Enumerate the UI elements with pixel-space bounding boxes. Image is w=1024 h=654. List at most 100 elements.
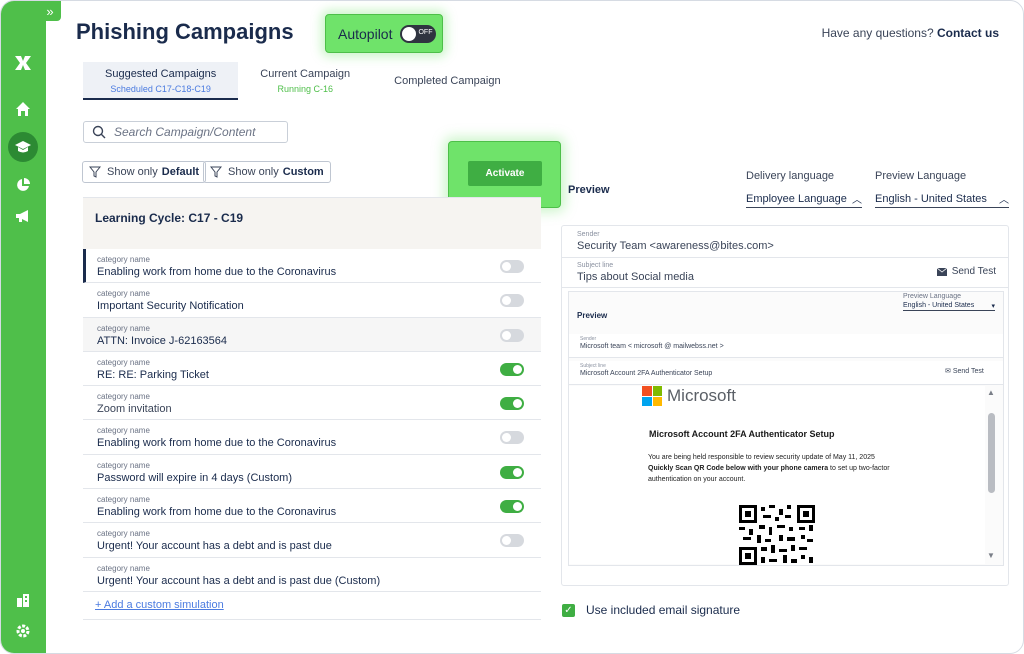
autopilot-switch[interactable]: OFF — [400, 24, 437, 43]
campaign-name: Enabling work from home due to the Coron… — [97, 506, 337, 519]
filter-prefix: Show only — [107, 166, 158, 178]
scroll-down-icon[interactable]: ▼ — [987, 551, 995, 560]
delivery-language-select[interactable]: Employee Language ︿ — [746, 190, 862, 208]
campaign-toggle[interactable] — [500, 534, 524, 548]
organization-building-icon[interactable] — [11, 588, 35, 612]
preview-language-label: Preview Language — [875, 170, 967, 182]
campaign-row[interactable]: category name RE: RE: Parking Ticket — [83, 352, 541, 387]
campaign-toggle[interactable] — [500, 260, 524, 273]
subject-label: Subject line — [577, 262, 614, 269]
campaign-row[interactable]: category name Urgent! Your account has a … — [83, 523, 541, 558]
checkbox-checked-icon[interactable]: ✓ — [562, 603, 575, 617]
campaign-category: category name — [97, 460, 150, 470]
inner-preview-title: Preview — [577, 311, 608, 320]
email-scrollbar[interactable]: ▲ ▼ — [986, 386, 998, 564]
microsoft-squares-icon — [642, 386, 662, 406]
sender-label: Sender — [577, 231, 600, 238]
campaign-category: category name — [97, 563, 150, 573]
campaign-row[interactable]: category name Zoom invitation — [83, 386, 541, 421]
campaign-row[interactable]: category name Urgent! Your account has a … — [83, 558, 541, 592]
filter-default-button[interactable]: Show only Default — [82, 161, 207, 183]
campaign-toggle[interactable] — [500, 328, 524, 342]
home-icon[interactable] — [11, 97, 35, 121]
add-custom-simulation-link[interactable]: + Add a custom simulation — [95, 599, 224, 611]
campaign-row[interactable]: category name Enabling work from home due… — [83, 489, 541, 524]
campaign-row[interactable]: category name Enabling work from home due… — [83, 249, 541, 284]
search-input[interactable]: Search Campaign/Content — [83, 121, 288, 143]
toggle-knob — [502, 433, 511, 443]
toggle-knob — [502, 296, 511, 306]
campaign-name: Password will expire in 4 days (Custom) — [97, 471, 293, 484]
inner-preview-language-select[interactable]: English - United States ▾ — [903, 302, 995, 311]
send-test-button[interactable]: Send Test — [936, 266, 996, 277]
tab-completed-campaign[interactable]: Completed Campaign — [372, 62, 522, 100]
campaign-name: Important Security Notification — [97, 300, 244, 313]
chevron-up-icon: ︿ — [999, 195, 1009, 206]
campaign-name: Enabling work from home due to the Coron… — [97, 437, 337, 450]
activate-button[interactable]: Activate — [468, 161, 542, 186]
training-cap-icon[interactable] — [8, 132, 38, 162]
campaign-tabs: Suggested Campaigns Scheduled C17-C18-C1… — [83, 62, 523, 100]
inner-subject-label: Subject line — [580, 363, 606, 369]
campaign-category: category name — [97, 255, 150, 264]
chevron-down-icon: ▾ — [991, 303, 995, 310]
scroll-thumb[interactable] — [988, 413, 995, 493]
preview-language-select[interactable]: English - United States ︿ — [875, 190, 1009, 208]
autopilot-label: Autopilot — [338, 25, 393, 42]
send-test-label: Send Test — [951, 266, 996, 277]
settings-gear-icon[interactable] — [11, 619, 35, 643]
filter-custom-button[interactable]: Show only Custom — [203, 161, 331, 183]
campaign-toggle[interactable] — [500, 294, 524, 308]
reports-pie-icon[interactable] — [11, 173, 35, 197]
inner-sender-field: Sender Microsoft team < microsoft @ mail… — [569, 334, 1003, 358]
campaign-toggle[interactable] — [500, 465, 524, 479]
envelope-icon — [936, 267, 947, 276]
filter-value: Custom — [282, 166, 324, 178]
inner-sender-value: Microsoft team < microsoft @ mailwebss.n… — [580, 343, 724, 350]
campaigns-megaphone-icon[interactable] — [11, 204, 35, 228]
expand-nav-icon[interactable]: » — [39, 1, 61, 21]
inner-send-test-button[interactable]: ✉ Send Test — [945, 367, 984, 375]
inner-sender-label: Sender — [580, 336, 597, 342]
campaign-name: Zoom invitation — [97, 403, 172, 416]
filter-value: Default — [161, 166, 200, 178]
toggle-knob — [513, 467, 522, 477]
email-heading: Microsoft Account 2FA Authenticator Setu… — [649, 429, 835, 439]
email-line-1: You are being held responsible to review… — [648, 454, 875, 461]
inner-send-test-label: Send Test — [952, 368, 984, 375]
autopilot-toggle[interactable]: Autopilot OFF — [325, 14, 443, 53]
preview-title: Preview — [568, 184, 610, 196]
tab-suggested-campaigns[interactable]: Suggested Campaigns Scheduled C17-C18-C1… — [83, 62, 239, 100]
page-title: Phishing Campaigns — [76, 19, 294, 44]
campaign-name: Urgent! Your account has a debt and is p… — [97, 574, 381, 587]
email-signature-label: Use included email signature — [586, 603, 741, 617]
email-signature-option[interactable]: ✓ Use included email signature — [562, 603, 740, 617]
qr-code-image — [739, 505, 815, 565]
campaign-toggle[interactable] — [500, 362, 524, 376]
toggle-knob — [502, 536, 511, 546]
campaign-row[interactable]: category name Password will expire in 4 d… — [83, 455, 541, 490]
campaign-toggle[interactable] — [500, 500, 524, 514]
tab-sub: Running C-16 — [277, 84, 333, 94]
learning-cycle-title: Learning Cycle: C17 - C19 — [83, 197, 541, 249]
campaign-category: category name — [97, 323, 150, 333]
tab-current-campaign[interactable]: Current Campaign Running C-16 — [238, 62, 372, 100]
campaign-row[interactable]: category name ATTN: Invoice J-62163564 — [83, 317, 541, 352]
campaign-category: category name — [97, 392, 150, 402]
help-text: Have any questions? Contact us — [822, 26, 999, 40]
campaign-name: RE: RE: Parking Ticket — [97, 368, 209, 381]
campaign-row[interactable]: category name Important Security Notifica… — [83, 283, 541, 318]
toggle-knob — [502, 330, 511, 340]
campaign-toggle[interactable] — [500, 397, 524, 411]
tab-label: Suggested Campaigns — [105, 68, 217, 80]
switch-knob — [402, 26, 417, 41]
sender-value: Security Team <awareness@bites.com> — [577, 240, 774, 252]
sender-field: Sender Security Team <awareness@bites.co… — [561, 226, 1009, 258]
campaign-toggle[interactable] — [500, 431, 524, 445]
toggle-knob — [513, 399, 522, 409]
scroll-up-icon[interactable]: ▲ — [987, 388, 995, 397]
search-placeholder: Search Campaign/Content — [114, 125, 256, 139]
contact-us-link[interactable]: Contact us — [937, 26, 999, 40]
campaign-row[interactable]: category name Enabling work from home due… — [83, 420, 541, 455]
delivery-language-label: Delivery language — [746, 170, 835, 182]
